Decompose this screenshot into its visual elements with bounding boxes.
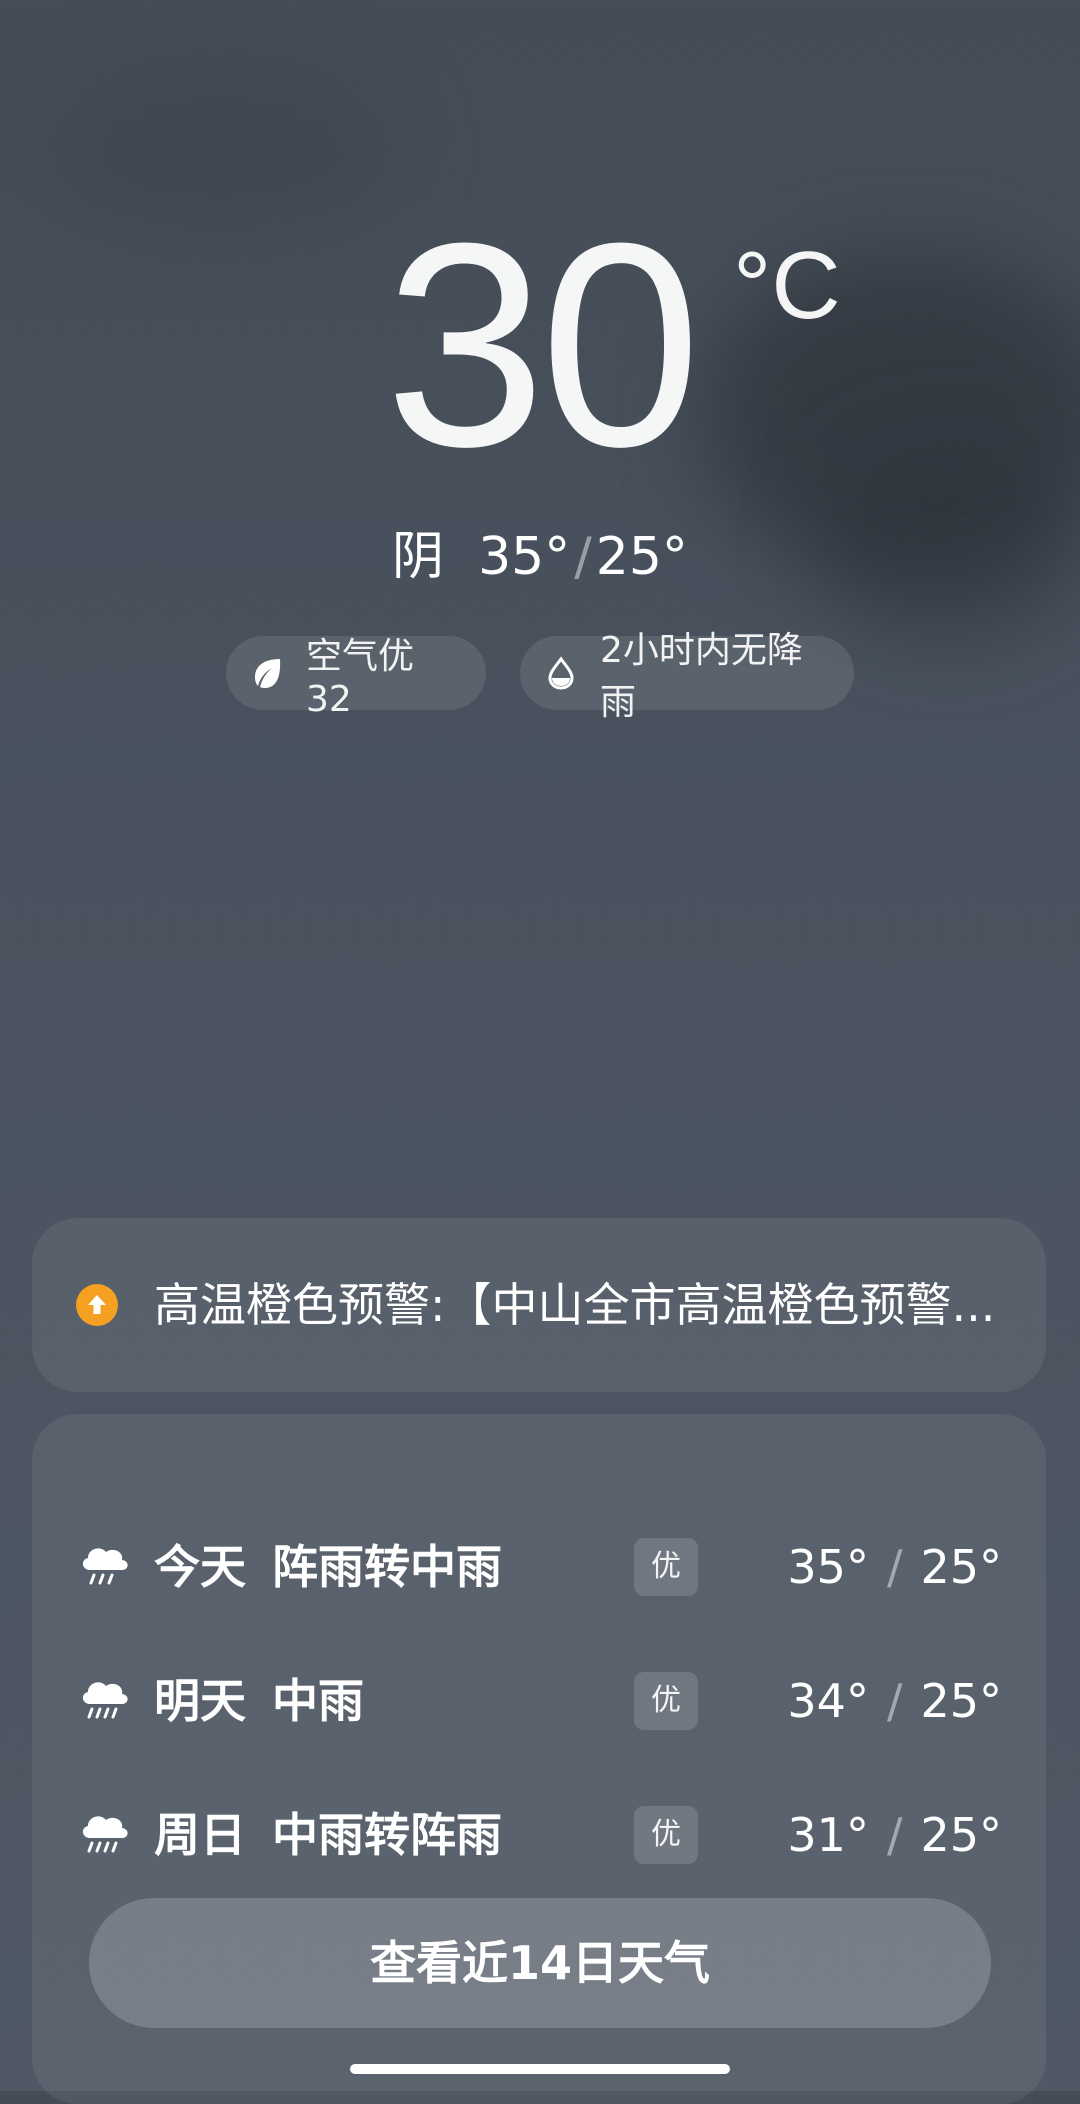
forecast-condition: 中雨 xyxy=(272,1674,364,1728)
forecast-condition: 中雨转阵雨 xyxy=(272,1808,502,1862)
forecast-temperatures: 31° / 25° xyxy=(787,1804,1002,1866)
forecast-day: 明天 xyxy=(154,1674,246,1728)
rain-cloud-icon xyxy=(76,1672,132,1728)
leaf-icon xyxy=(250,656,284,690)
aqi-badge: 优 xyxy=(634,1538,698,1596)
forecast-high: 34° xyxy=(787,1674,869,1728)
temperature-separator: / xyxy=(886,1674,903,1728)
arrow-up-circle-icon xyxy=(76,1284,118,1326)
forecast-day: 今天 xyxy=(154,1540,246,1594)
rain-forecast-text: 2小时内无降雨 xyxy=(600,630,803,723)
low-temperature: 25° xyxy=(595,527,688,587)
forecast-row[interactable]: 今天 阵雨转中雨 优 35° / 25° xyxy=(32,1518,1046,1618)
cloud-shadow xyxy=(40,70,400,230)
weather-alert-card[interactable]: 高温橙色预警:【中山全市高温橙色预警... xyxy=(32,1218,1046,1392)
forecast-low: 25° xyxy=(920,1808,1002,1862)
rain-cloud-icon xyxy=(76,1538,132,1594)
water-drop-icon xyxy=(544,656,578,690)
air-quality-chip[interactable]: 空气优 32 xyxy=(226,636,486,720)
forecast-day: 周日 xyxy=(154,1808,246,1862)
forecast-condition: 阵雨转中雨 xyxy=(272,1540,502,1594)
condition-text: 阴 xyxy=(392,527,445,587)
forecast-temperatures: 35° / 25° xyxy=(787,1536,1002,1598)
view-14-day-forecast-button[interactable]: 查看近14日天气 xyxy=(89,1898,991,2028)
forecast-low: 25° xyxy=(920,1674,1002,1728)
forecast-high: 31° xyxy=(787,1808,869,1862)
forecast-row[interactable]: 周日 中雨转阵雨 优 31° / 25° xyxy=(32,1786,1046,1886)
forecast-temperatures: 34° / 25° xyxy=(787,1670,1002,1732)
temperature-separator: / xyxy=(886,1808,903,1862)
forecast-card: 今天 阵雨转中雨 优 35° / 25° 明天 中雨 优 34° / 25° 周日 中雨… xyxy=(32,1414,1046,2104)
rain-forecast-chip[interactable]: 2小时内无降雨 xyxy=(520,630,854,723)
aqi-badge: 优 xyxy=(634,1672,698,1730)
temperature-unit: °C xyxy=(733,232,841,339)
condition-summary: 阴 35°/25° xyxy=(0,522,1080,592)
forecast-low: 25° xyxy=(920,1540,1002,1594)
temperature-value: 30 xyxy=(384,183,702,507)
home-indicator[interactable] xyxy=(350,2064,730,2074)
rain-cloud-icon xyxy=(76,1806,132,1862)
forecast-row[interactable]: 明天 中雨 优 34° / 25° xyxy=(32,1652,1046,1752)
aqi-badge: 优 xyxy=(634,1806,698,1864)
current-temperature: 30 °C xyxy=(0,183,1080,507)
forecast-high: 35° xyxy=(787,1540,869,1594)
high-temperature: 35° xyxy=(478,527,571,587)
info-chips: 空气优 32 2小时内无降雨 xyxy=(0,630,1080,723)
temperature-separator: / xyxy=(574,527,592,587)
air-quality-text: 空气优 32 xyxy=(306,635,415,720)
alert-text: 高温橙色预警:【中山全市高温橙色预警... xyxy=(154,1278,996,1332)
temperature-separator: / xyxy=(886,1540,903,1594)
